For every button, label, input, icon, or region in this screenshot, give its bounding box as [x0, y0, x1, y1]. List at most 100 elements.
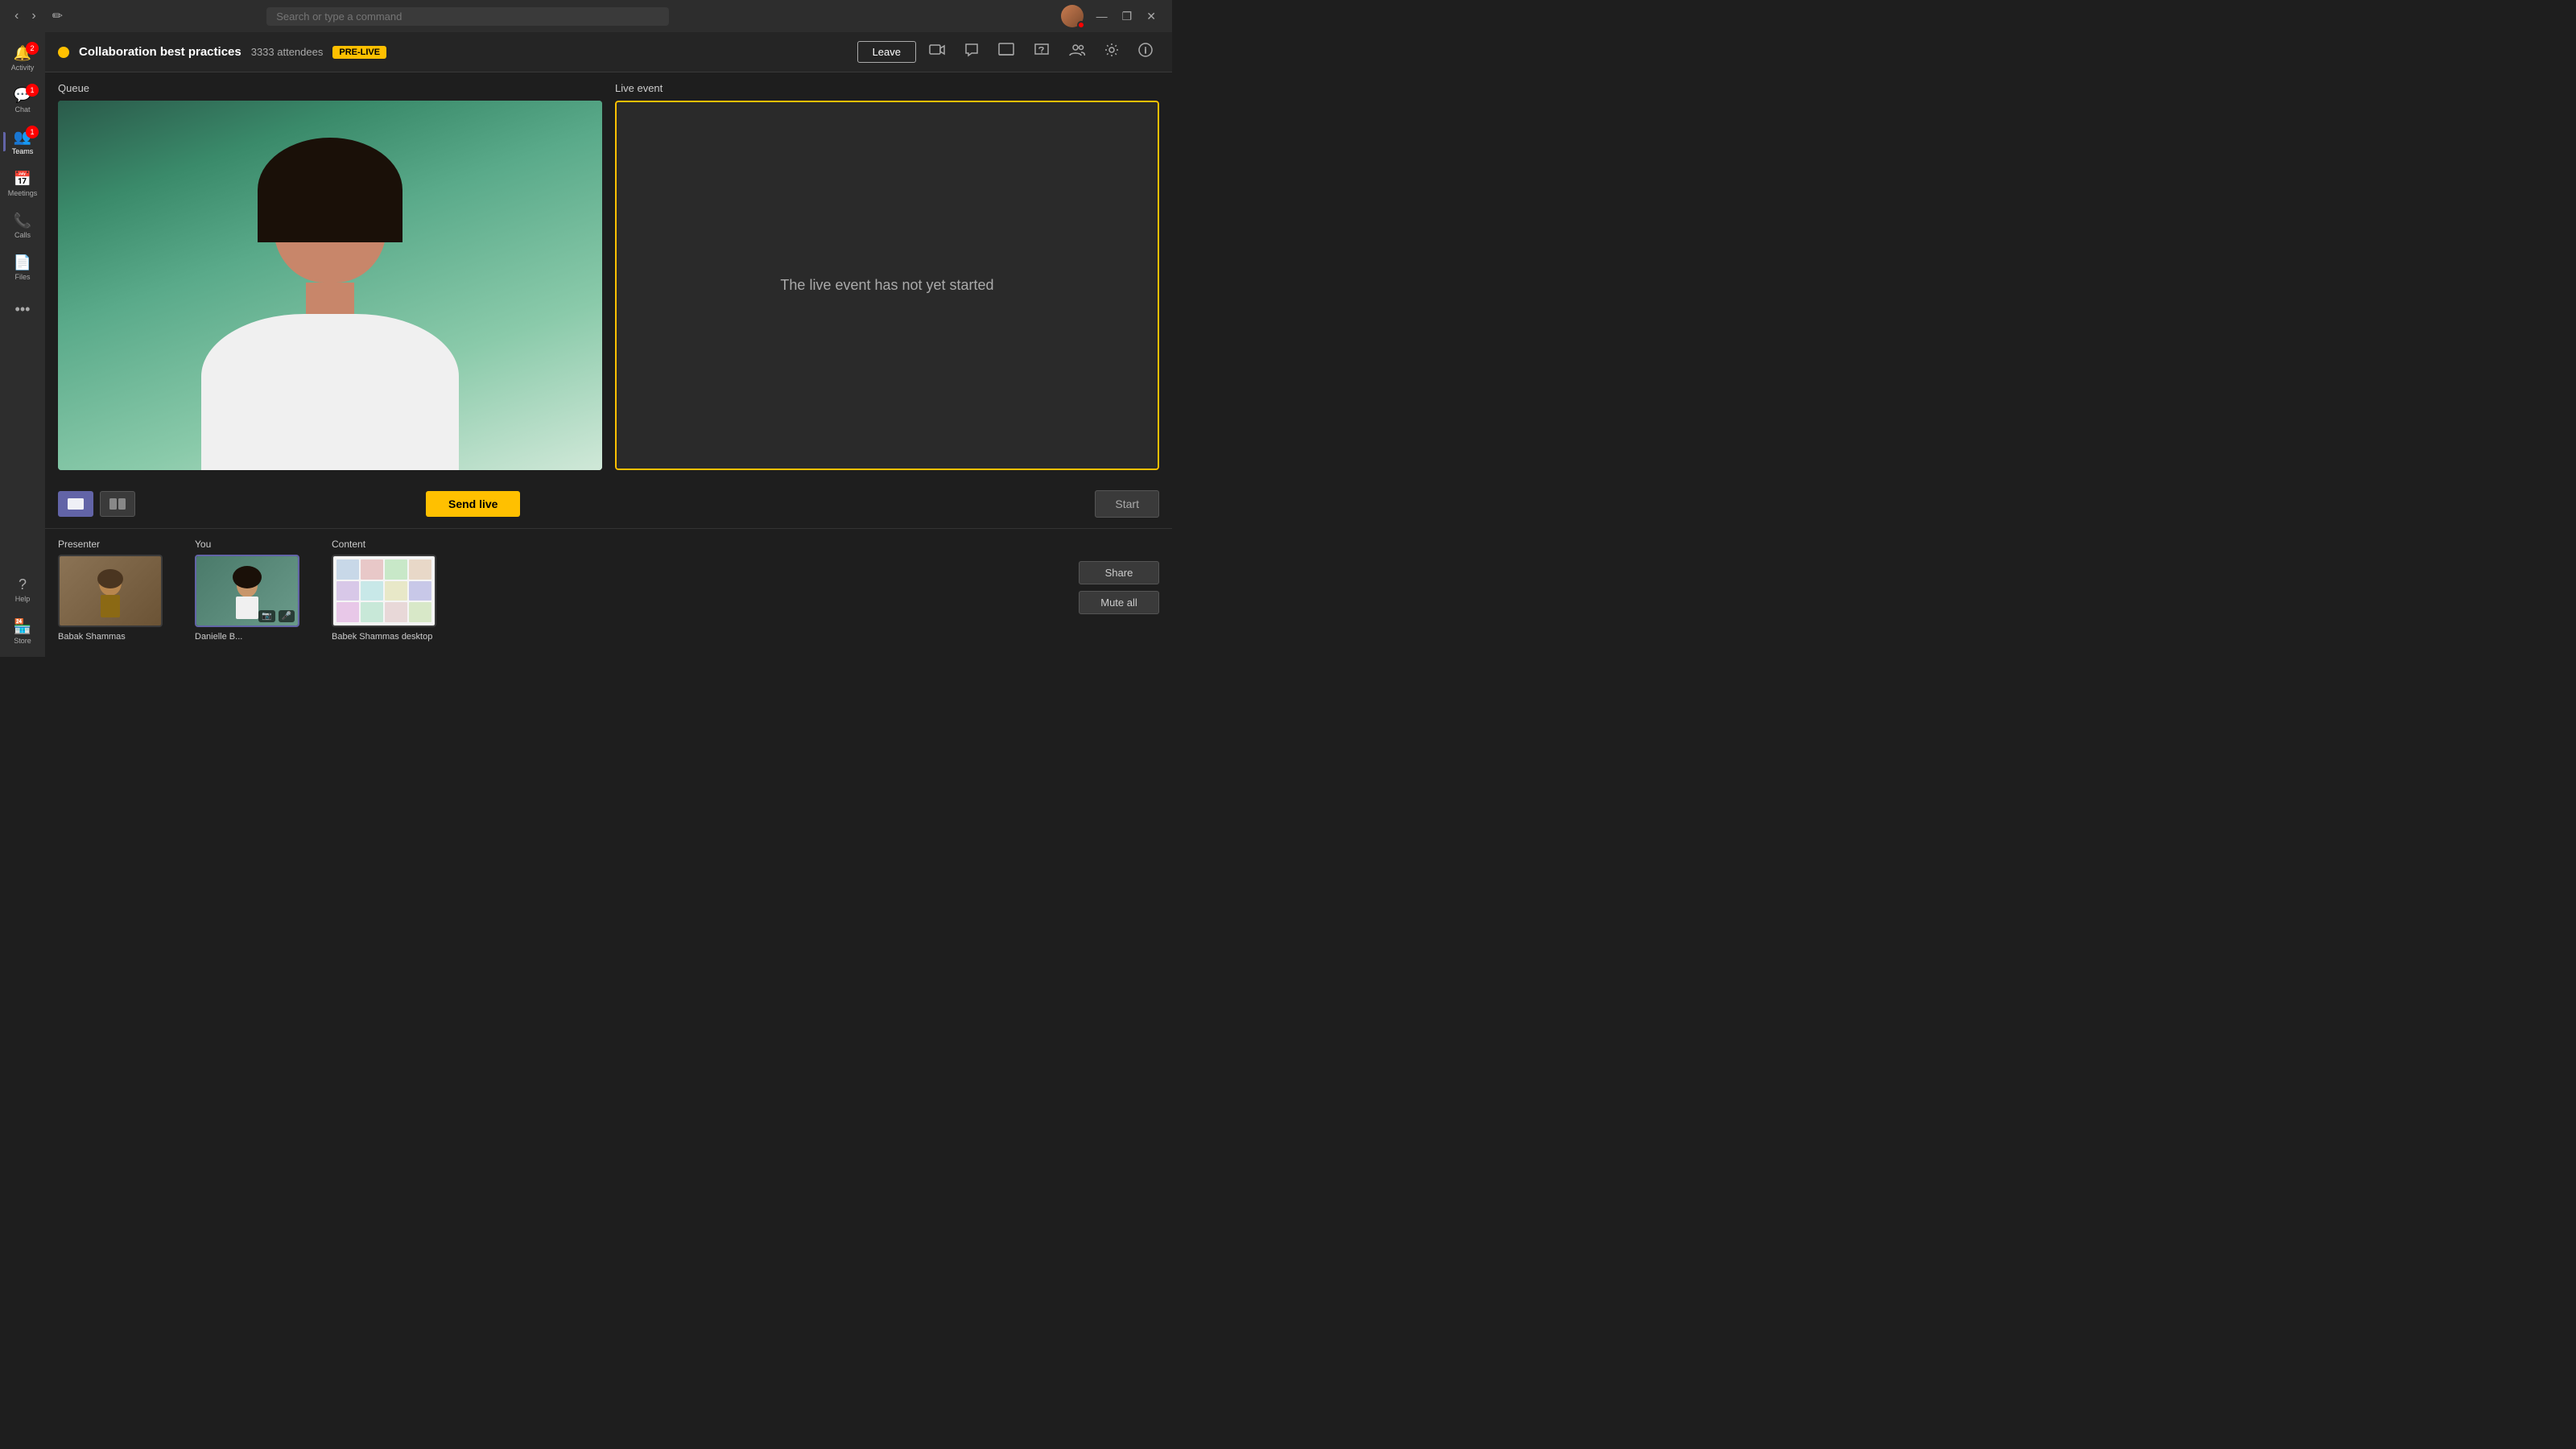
you-name: Danielle B... [195, 632, 242, 642]
send-live-button[interactable]: Send live [426, 491, 520, 517]
live-event-panel: Live event The live event has not yet st… [615, 82, 1159, 470]
content-cell-10 [361, 602, 383, 622]
content-cell-7 [385, 581, 407, 601]
camera-thumb-icon: 📷 [258, 610, 275, 622]
content-cell-4 [409, 559, 431, 580]
mic-thumb-icon: 🎤 [279, 610, 295, 622]
minimize-button[interactable]: — [1090, 8, 1114, 25]
whiteboard-icon-button[interactable] [992, 39, 1021, 64]
nav-buttons: ‹ › [10, 7, 41, 25]
content-cell-9 [336, 602, 359, 622]
panels-row: Queue [45, 72, 1172, 480]
view-single-button[interactable] [58, 491, 93, 517]
chat-icon-button[interactable] [958, 39, 985, 64]
sidebar-item-label: Activity [11, 64, 35, 72]
sidebar-item-more[interactable]: ••• [3, 290, 42, 328]
content-cell-5 [336, 581, 359, 601]
meetings-icon: 📅 [14, 171, 31, 188]
teams-badge: 1 [26, 126, 39, 138]
back-button[interactable]: ‹ [10, 7, 23, 25]
share-button[interactable]: Share [1079, 561, 1159, 584]
sidebar-item-chat[interactable]: 💬 Chat 1 [3, 80, 42, 119]
participants-icon-button[interactable] [1063, 39, 1092, 64]
presenter-thumbnail[interactable] [58, 555, 163, 627]
attendees-count: 3333 attendees [251, 46, 324, 58]
sidebar-item-activity[interactable]: 🔔 Activity 2 [3, 39, 42, 77]
content-cell-11 [385, 602, 407, 622]
restore-button[interactable]: ❐ [1116, 8, 1139, 25]
presenter-name: Babak Shammas [58, 632, 126, 642]
pre-live-badge: PRE-LIVE [332, 46, 386, 59]
face-head [274, 162, 386, 283]
queue-video-container [58, 101, 602, 470]
content-section: Content [332, 539, 436, 642]
live-placeholder: The live event has not yet started [780, 277, 993, 294]
store-icon: 🏪 [14, 618, 31, 635]
content-cell-3 [385, 559, 407, 580]
sidebar-item-help[interactable]: ? Help [3, 570, 42, 609]
content-cell-1 [336, 559, 359, 580]
qna-icon-button[interactable] [1027, 39, 1056, 64]
controls-row: Send live Start [45, 480, 1172, 528]
search-input[interactable] [266, 7, 669, 26]
face-shoulder [201, 314, 459, 470]
sidebar-item-label: Help [15, 595, 31, 603]
thumb-controls: 📷 🎤 [258, 610, 295, 622]
leave-button[interactable]: Leave [857, 41, 916, 63]
mute-all-button[interactable]: Mute all [1079, 591, 1159, 614]
presenter-section: Presenter Babak Shammas [58, 539, 163, 642]
you-section: You 📷 🎤 [195, 539, 299, 642]
help-icon: ? [19, 576, 27, 593]
avatar-badge [1077, 21, 1085, 29]
info-icon-button[interactable] [1132, 39, 1159, 64]
view-split-button[interactable] [100, 491, 135, 517]
content-cell-12 [409, 602, 431, 622]
event-header-right: Leave [857, 39, 1159, 64]
live-panel-container: The live event has not yet started [615, 101, 1159, 470]
window-controls: — ❐ ✕ [1090, 8, 1162, 25]
sidebar-bottom: ? Help 🏪 Store [3, 570, 42, 657]
search-container [266, 7, 669, 26]
camera-icon-button[interactable] [923, 40, 952, 64]
compose-button[interactable]: ✏ [47, 6, 68, 26]
sidebar-item-label: Calls [14, 231, 31, 239]
sidebar-item-files[interactable]: 📄 Files [3, 248, 42, 287]
sidebar: 🔔 Activity 2 💬 Chat 1 👥 Teams 1 📅 Meetin… [0, 32, 45, 657]
content-cell-6 [361, 581, 383, 601]
content-thumbnail[interactable] [332, 555, 436, 627]
you-thumbnail[interactable]: 📷 🎤 [195, 555, 299, 627]
more-icon: ••• [15, 301, 31, 318]
close-button[interactable]: ✕ [1140, 8, 1162, 25]
content-label: Content [332, 539, 365, 550]
settings-icon-button[interactable] [1098, 39, 1125, 64]
avatar[interactable] [1061, 5, 1084, 27]
sidebar-item-label: Chat [14, 105, 30, 114]
sidebar-item-teams[interactable]: 👥 Teams 1 [3, 122, 42, 161]
person-silhouette [194, 138, 466, 470]
queue-panel: Queue [58, 82, 602, 470]
files-icon: 📄 [14, 254, 31, 271]
calls-icon: 📞 [14, 213, 31, 229]
sidebar-item-label: Teams [12, 147, 34, 155]
face-neck [306, 283, 354, 314]
content-cell-8 [409, 581, 431, 601]
activity-badge: 2 [26, 42, 39, 55]
event-header: Collaboration best practices 3333 attend… [45, 32, 1172, 72]
sidebar-item-label: Store [14, 637, 31, 645]
main-layout: 🔔 Activity 2 💬 Chat 1 👥 Teams 1 📅 Meetin… [0, 32, 1172, 657]
babak-video-thumb [60, 556, 161, 625]
face-hair [258, 138, 402, 242]
presenter-label: Presenter [58, 539, 100, 550]
sidebar-item-label: Meetings [8, 189, 38, 197]
sidebar-item-store[interactable]: 🏪 Store [3, 612, 42, 650]
queue-video [58, 101, 602, 470]
sidebar-item-label: Files [14, 273, 30, 281]
content-name: Babek Shammas desktop [332, 632, 432, 642]
sidebar-item-calls[interactable]: 📞 Calls [3, 206, 42, 245]
content-video-thumb [333, 556, 435, 625]
start-button[interactable]: Start [1095, 490, 1159, 518]
forward-button[interactable]: › [27, 7, 40, 25]
chat-badge: 1 [26, 84, 39, 97]
sidebar-item-meetings[interactable]: 📅 Meetings [3, 164, 42, 203]
participants-row: Presenter Babak Shammas [45, 528, 1172, 657]
